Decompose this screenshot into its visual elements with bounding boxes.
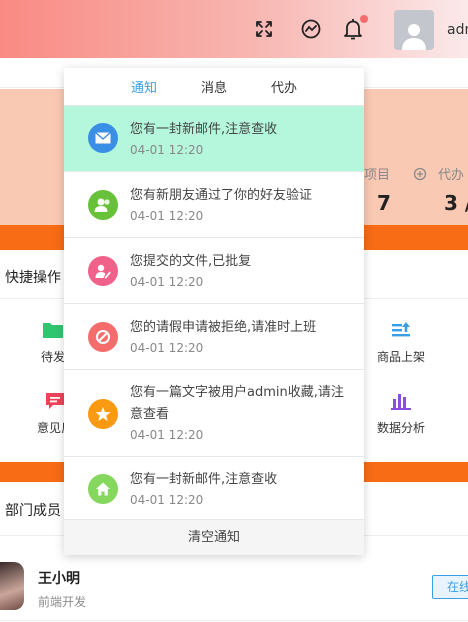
person-icon [402,24,426,50]
fullscreen-icon[interactable] [252,17,276,41]
quick-action-data-analysis[interactable]: 数据分析 [366,391,436,436]
file-approve-icon [88,256,118,286]
quick-action-product-listing[interactable]: 商品上架 [366,320,436,365]
member-name: 王小明 [38,571,80,587]
notification-item[interactable]: 您有一封新邮件,注意查收 04-01 12:20 [64,457,364,520]
notification-text: 您有一封新邮件,注意查收 [130,122,278,137]
friends-icon [88,190,118,220]
notification-time: 04-01 12:20 [130,209,204,223]
notification-text: 您有一篇文字被用户admin收藏,请注意查看 [130,385,344,422]
member-avatar [0,562,24,610]
tab-todo[interactable]: 代办 [271,77,297,96]
star-icon [88,399,118,429]
reject-icon [88,322,118,352]
stat-label-projects: 项目 [364,168,391,183]
quick-action-label: 商品上架 [376,350,425,364]
divider [0,620,468,621]
quick-action-label: 数据分析 [376,421,425,435]
theme-icon[interactable] [299,17,323,41]
user-name[interactable]: admin [447,22,468,38]
clear-notifications-button[interactable]: 清空通知 [64,519,364,555]
notification-text: 您的请假申请被拒绝,请准时上班 [130,320,317,335]
member-role: 前端开发 [38,595,87,609]
notification-item[interactable]: 您提交的文件,已批复 04-01 12:20 [64,238,364,304]
notification-dropdown: 通知 消息 代办 您有一封新邮件,注意查收 04-01 12:20 您有新朋友通… [64,68,364,555]
notification-text: 您提交的文件,已批复 [130,254,252,269]
notification-item[interactable]: 您有一篇文字被用户admin收藏,请注意查看 04-01 12:20 [64,370,364,457]
stat-label-todo: 代办 [438,168,465,183]
task-icon [413,166,427,185]
online-status-badge: 在线 [432,575,468,599]
home-icon [88,474,118,504]
quick-action-label: 待发 [40,350,65,364]
stat-value-projects: 7 [377,191,391,215]
quick-actions-title: 快捷操作 [5,270,61,286]
bar-chart-icon [391,394,411,410]
user-avatar[interactable] [394,10,434,50]
notification-text: 您有新朋友通过了你的好友验证 [130,188,313,203]
stat-value-todo: 3 / [444,191,468,215]
tab-messages[interactable]: 消息 [201,77,227,96]
notification-text: 您有一封新邮件,注意查收 [130,472,278,487]
upload-list-icon [392,322,410,337]
notification-item[interactable]: 您有新朋友通过了你的好友验证 04-01 12:20 [64,172,364,238]
members-title: 部门成员 [5,503,61,519]
notification-item[interactable]: 您的请假申请被拒绝,请准时上班 04-01 12:20 [64,304,364,370]
folder-icon [43,323,63,338]
tab-notifications[interactable]: 通知 [131,77,157,96]
message-icon [46,393,64,409]
notification-time: 04-01 12:20 [130,275,204,289]
mail-icon [88,123,118,153]
notification-time: 04-01 12:20 [130,143,204,157]
notification-badge [360,15,368,23]
notification-time: 04-01 12:20 [130,428,204,442]
notification-tabs: 通知 消息 代办 [64,68,364,106]
notification-time: 04-01 12:20 [130,341,204,355]
notification-item[interactable]: 您有一封新邮件,注意查收 04-01 12:20 [64,106,364,172]
notification-time: 04-01 12:20 [130,493,204,507]
